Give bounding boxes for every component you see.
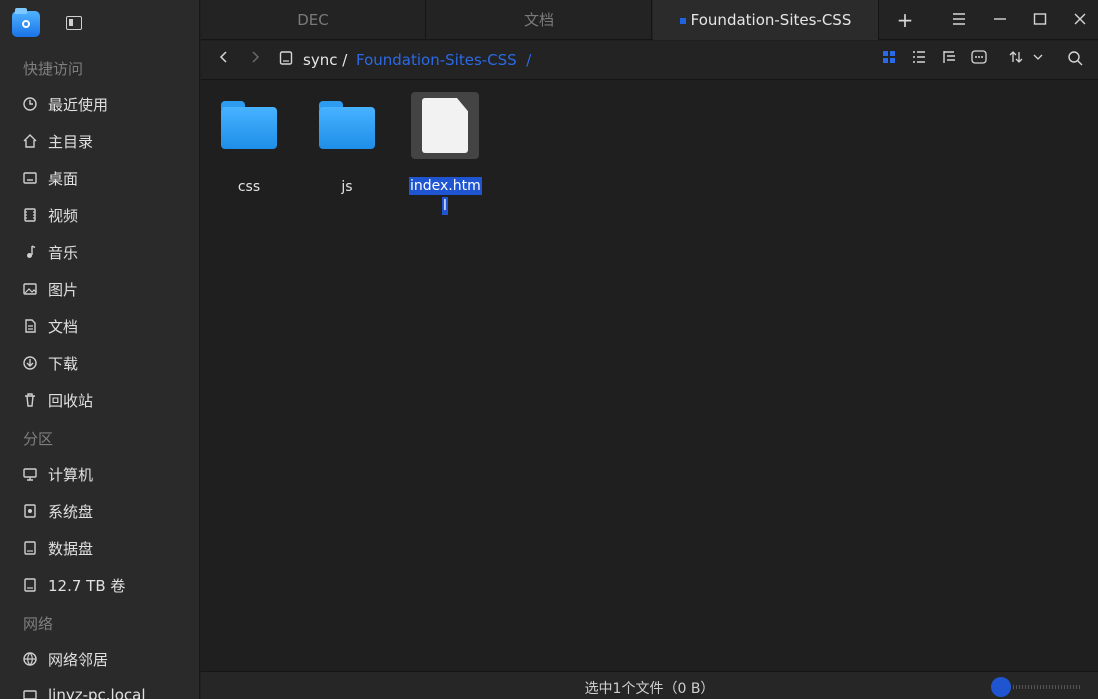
zoom-slider-track[interactable] <box>1007 685 1081 689</box>
tab-label: DEC <box>297 11 329 29</box>
section-title-quick-access: 快捷访问 <box>23 60 84 78</box>
sidebar-item-computer[interactable]: 计算机 <box>0 456 199 493</box>
selected-file-name: index.htm l <box>409 176 482 216</box>
minimize-button[interactable] <box>985 0 1015 40</box>
sort-button[interactable] <box>1009 50 1045 70</box>
more-options-button[interactable] <box>971 50 987 70</box>
zoom-slider-handle[interactable] <box>991 677 1011 697</box>
close-button[interactable] <box>1065 0 1095 40</box>
drive-icon <box>278 50 294 70</box>
breadcrumb-separator: / <box>526 51 532 69</box>
sidebar-item-label: 最近使用 <box>48 96 109 114</box>
disk-icon <box>22 503 38 519</box>
menu-icon[interactable] <box>944 0 974 40</box>
section-title-partitions: 分区 <box>23 430 54 448</box>
selection-highlight <box>411 92 479 159</box>
tab-foundation-sites-css[interactable]: Foundation-Sites-CSS <box>653 0 879 40</box>
sidebar-item-home[interactable]: 主目录 <box>0 123 199 160</box>
sidebar-item-label: 网络邻居 <box>48 651 109 669</box>
icon-view-button[interactable] <box>881 50 897 70</box>
sidebar-item-label: 视频 <box>48 207 79 225</box>
disk-icon <box>22 540 38 556</box>
breadcrumb-current-label: Foundation-Sites-CSS <box>356 51 517 69</box>
search-icon[interactable] <box>1067 50 1083 70</box>
file-item-selected[interactable]: index.htm l <box>409 92 483 215</box>
sidebar-item-label: 主目录 <box>48 133 94 151</box>
maximize-button[interactable] <box>1025 0 1055 40</box>
forward-button[interactable] <box>248 50 262 70</box>
list-view-button[interactable] <box>911 50 927 70</box>
sidebar-item-label: 数据盘 <box>48 540 94 558</box>
file-name: css <box>237 179 261 195</box>
sidebar-item-label: 文档 <box>48 318 79 336</box>
tab-bar: DEC 文档 Foundation-Sites-CSS + <box>201 0 1098 40</box>
tab-label: 文档 <box>523 11 554 29</box>
sidebar-item-label: 桌面 <box>48 170 79 188</box>
status-bar: 选中1个文件（0 B） <box>201 671 1098 699</box>
back-button[interactable] <box>217 50 231 70</box>
sidebar-item-music[interactable]: 音乐 <box>0 234 199 271</box>
file-view[interactable]: css js index.htm l <box>201 81 1098 671</box>
music-icon <box>22 244 38 260</box>
sidebar-item-label: 下载 <box>48 355 79 373</box>
sidebar-item-volume[interactable]: 12.7 TB 卷 <box>0 567 199 604</box>
document-icon <box>22 318 38 334</box>
sidebar-item-desktop[interactable]: 桌面 <box>0 160 199 197</box>
file-name-line-2: l <box>442 197 448 215</box>
sidebar-item-pictures[interactable]: 图片 <box>0 271 199 308</box>
section-title-network: 网络 <box>23 615 54 633</box>
file-item-folder[interactable]: css <box>213 93 285 213</box>
breadcrumb-separator: / <box>342 51 348 69</box>
file-name: js <box>341 179 353 195</box>
sidebar-item-network-neighbors[interactable]: 网络邻居 <box>0 641 199 678</box>
sidebar-item-label: 系统盘 <box>48 503 94 521</box>
breadcrumb-current[interactable]: Foundation-Sites-CSS / <box>356 50 531 70</box>
tab-documents[interactable]: 文档 <box>427 0 652 40</box>
image-icon <box>22 281 38 297</box>
disk-icon <box>22 577 38 593</box>
sidebar-item-trash[interactable]: 回收站 <box>0 382 199 419</box>
sidebar-item-label: 音乐 <box>48 244 79 262</box>
video-icon <box>22 207 38 223</box>
network-drive-icon <box>22 688 38 699</box>
toolbar: sync / Foundation-Sites-CSS / <box>201 41 1098 80</box>
sidebar-item-label: 12.7 TB 卷 <box>48 577 126 595</box>
tab-label: Foundation-Sites-CSS <box>690 11 852 29</box>
clock-icon <box>22 96 38 112</box>
trash-icon <box>22 392 38 408</box>
sidebar-item-system-disk[interactable]: 系统盘 <box>0 493 199 530</box>
network-icon <box>22 651 38 667</box>
download-icon <box>22 355 38 371</box>
tab-dec[interactable]: DEC <box>201 0 426 40</box>
file-document-icon <box>422 98 468 153</box>
folder-icon <box>319 101 375 151</box>
active-tab-marker <box>679 17 686 24</box>
file-name-line-1: index.htm <box>409 177 482 195</box>
sidebar-item-label: 计算机 <box>48 466 94 484</box>
app-logo-icon <box>12 8 40 37</box>
breadcrumb-root[interactable]: sync / <box>303 50 347 70</box>
file-item-folder[interactable]: js <box>311 93 383 213</box>
tree-view-button[interactable] <box>941 50 957 70</box>
sidebar-item-label: linyz-pc.local <box>48 686 146 699</box>
sidebar-item-documents[interactable]: 文档 <box>0 308 199 345</box>
new-tab-button[interactable]: + <box>890 0 920 40</box>
sidebar: 快捷访问 最近使用 主目录 桌面 视频 音乐 图片 文档 下载 回收站 分区 计… <box>0 0 200 699</box>
sidebar-toggle-icon[interactable] <box>66 16 82 30</box>
home-icon <box>22 133 38 149</box>
sidebar-item-remote-host[interactable]: linyz-pc.local <box>0 678 199 699</box>
desktop-icon <box>22 170 38 186</box>
sidebar-item-label: 回收站 <box>48 392 94 410</box>
breadcrumb-root-label: sync <box>303 51 338 69</box>
sidebar-item-downloads[interactable]: 下载 <box>0 345 199 382</box>
sidebar-item-video[interactable]: 视频 <box>0 197 199 234</box>
sidebar-item-recent[interactable]: 最近使用 <box>0 86 199 123</box>
sidebar-item-label: 图片 <box>48 281 79 299</box>
status-text: 选中1个文件（0 B） <box>584 681 715 697</box>
folder-icon <box>221 101 277 151</box>
computer-icon <box>22 466 38 482</box>
sidebar-item-data-disk[interactable]: 数据盘 <box>0 530 199 567</box>
